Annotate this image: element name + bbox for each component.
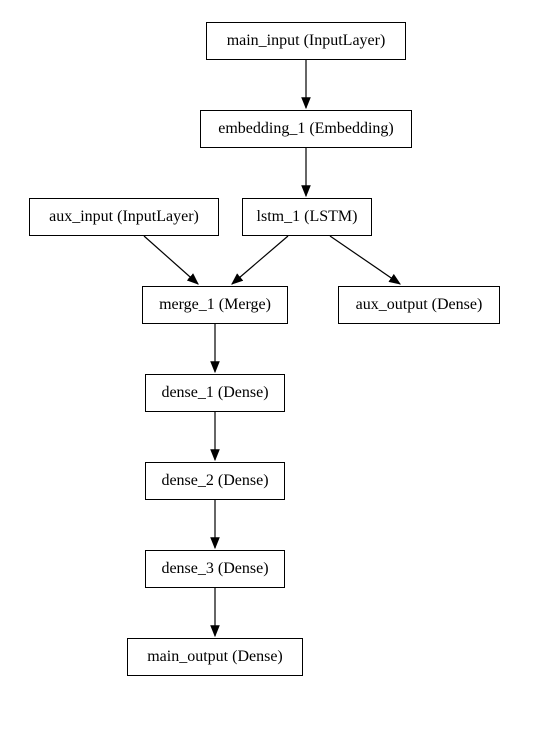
node-aux-output: aux_output (Dense) [338,286,500,324]
node-main-output: main_output (Dense) [127,638,303,676]
edge-lstm-1-merge-1 [232,236,288,284]
node-merge-1: merge_1 (Merge) [142,286,288,324]
node-lstm-1: lstm_1 (LSTM) [242,198,372,236]
node-dense-2: dense_2 (Dense) [145,462,285,500]
edge-aux-input-merge-1 [144,236,198,284]
edge-lstm-1-aux-output [330,236,400,284]
node-embedding-1: embedding_1 (Embedding) [200,110,412,148]
node-aux-input: aux_input (InputLayer) [29,198,219,236]
node-dense-3: dense_3 (Dense) [145,550,285,588]
node-main-input: main_input (InputLayer) [206,22,406,60]
node-dense-1: dense_1 (Dense) [145,374,285,412]
